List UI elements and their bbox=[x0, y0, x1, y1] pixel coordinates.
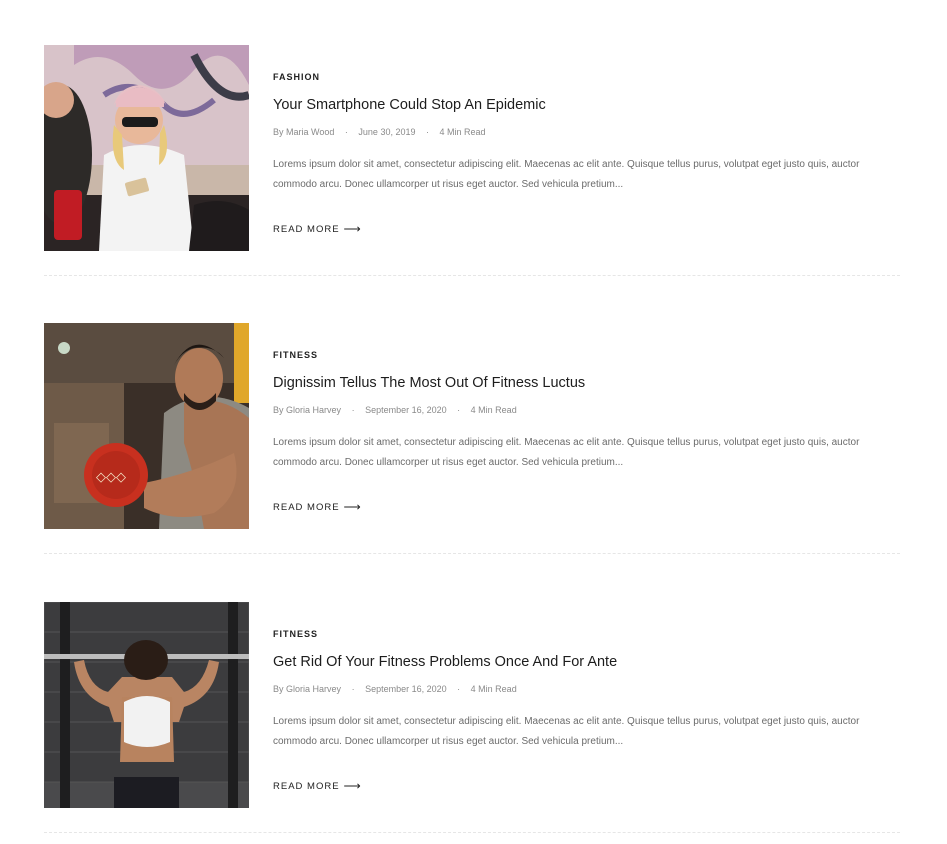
meta-by-label: By bbox=[273, 127, 284, 137]
post-meta: By Gloria Harvey · September 16, 2020 · … bbox=[273, 684, 517, 694]
post-title[interactable]: Dignissim Tellus The Most Out Of Fitness… bbox=[273, 375, 585, 391]
post-excerpt: Lorems ipsum dolor sit amet, consectetur… bbox=[273, 159, 860, 190]
meta-date: September 16, 2020 bbox=[365, 684, 447, 694]
post-title[interactable]: Your Smartphone Could Stop An Epidemic bbox=[273, 97, 546, 113]
post-meta: By Gloria Harvey · September 16, 2020 · … bbox=[273, 405, 517, 415]
dot-separator-icon: · bbox=[457, 684, 461, 694]
post-excerpt: Lorems ipsum dolor sit amet, consectetur… bbox=[273, 716, 860, 747]
post-card: ◇◇◇ FITNESS Dignissim Tellus The Most Ou… bbox=[44, 323, 900, 554]
meta-by-label: By bbox=[273, 684, 284, 694]
dot-separator-icon: · bbox=[344, 127, 348, 137]
svg-text:◇◇◇: ◇◇◇ bbox=[96, 470, 126, 485]
meta-author-link[interactable]: Maria Wood bbox=[286, 127, 334, 137]
post-thumbnail-fitness-dumbbell[interactable]: ◇◇◇ bbox=[44, 323, 249, 529]
post-thumbnail-fitness-barbell[interactable] bbox=[44, 602, 249, 808]
post-excerpt: Lorems ipsum dolor sit amet, consectetur… bbox=[273, 437, 860, 468]
post-thumbnail-fashion-women[interactable] bbox=[44, 45, 249, 251]
dot-separator-icon: · bbox=[351, 684, 355, 694]
blog-post-list: FASHION Your Smartphone Could Stop An Ep… bbox=[0, 0, 947, 844]
dot-separator-icon: · bbox=[457, 405, 461, 415]
read-more-link[interactable]: READ MORE ⟶ bbox=[273, 779, 362, 793]
post-title[interactable]: Get Rid Of Your Fitness Problems Once An… bbox=[273, 654, 617, 670]
read-more-label: READ MORE bbox=[273, 781, 340, 792]
read-more-label: READ MORE bbox=[273, 502, 340, 513]
post-meta: By Maria Wood · June 30, 2019 · 4 Min Re… bbox=[273, 127, 486, 137]
arrow-right-icon: ⟶ bbox=[343, 779, 362, 793]
meta-read-time: 4 Min Read bbox=[439, 127, 486, 137]
arrow-right-icon: ⟶ bbox=[343, 500, 362, 514]
meta-date: June 30, 2019 bbox=[358, 127, 416, 137]
post-image-man-lifting-dumbbell: ◇◇◇ bbox=[44, 323, 249, 529]
dot-separator-icon: · bbox=[426, 127, 429, 137]
post-category-link[interactable]: FASHION bbox=[273, 72, 320, 82]
dot-separator-icon: · bbox=[351, 405, 355, 415]
arrow-right-icon: ⟶ bbox=[343, 222, 362, 236]
post-card: FITNESS Get Rid Of Your Fitness Problems… bbox=[44, 602, 900, 833]
post-category-link[interactable]: FITNESS bbox=[273, 350, 318, 360]
meta-author-link[interactable]: Gloria Harvey bbox=[286, 684, 341, 694]
post-image-woman-lifting-barbell bbox=[44, 602, 249, 808]
post-image-two-women-with-smartphone bbox=[44, 45, 249, 251]
read-more-link[interactable]: READ MORE ⟶ bbox=[273, 500, 362, 514]
post-card: FASHION Your Smartphone Could Stop An Ep… bbox=[44, 45, 900, 276]
meta-by-label: By bbox=[273, 405, 284, 415]
meta-read-time: 4 Min Read bbox=[470, 405, 517, 415]
meta-author-link[interactable]: Gloria Harvey bbox=[286, 405, 341, 415]
meta-read-time: 4 Min Read bbox=[470, 684, 517, 694]
read-more-label: READ MORE bbox=[273, 224, 340, 235]
meta-date: September 16, 2020 bbox=[365, 405, 447, 415]
read-more-link[interactable]: READ MORE ⟶ bbox=[273, 222, 362, 236]
post-category-link[interactable]: FITNESS bbox=[273, 629, 318, 639]
